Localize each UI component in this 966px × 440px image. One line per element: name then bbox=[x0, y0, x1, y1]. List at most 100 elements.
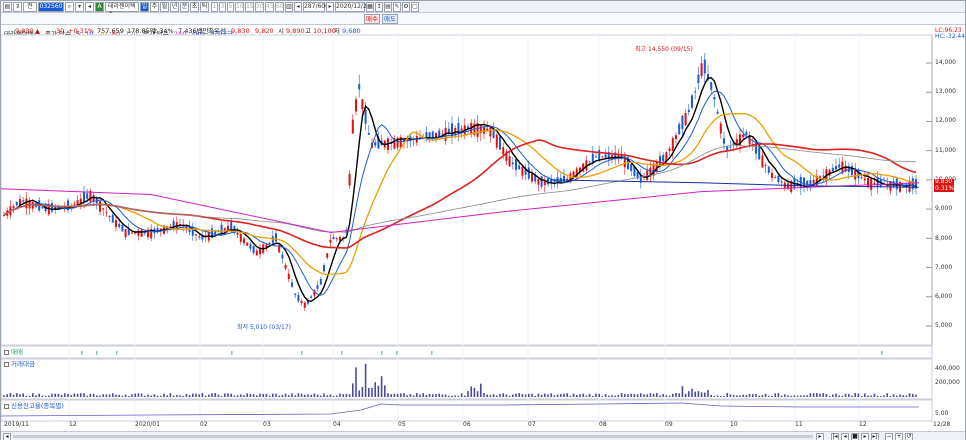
period-60[interactable]: 60 bbox=[275, 2, 284, 12]
period-30[interactable]: 30 bbox=[255, 2, 264, 12]
amount-bar bbox=[35, 395, 37, 397]
amount-bar bbox=[774, 393, 776, 397]
week-button[interactable]: 주 bbox=[150, 2, 159, 12]
amount-bar bbox=[291, 393, 293, 397]
candle-body bbox=[777, 175, 780, 183]
stop-icon[interactable]: ■ bbox=[851, 433, 859, 440]
period-3[interactable]: 3 bbox=[219, 2, 226, 12]
candle-type-icon[interactable]: ▥ bbox=[285, 2, 293, 12]
market-select[interactable]: 전 bbox=[23, 2, 37, 12]
scroll-right-icon[interactable]: ▸ bbox=[816, 433, 824, 440]
amount-bar bbox=[803, 395, 805, 397]
candle-body bbox=[243, 238, 245, 244]
candle-body bbox=[246, 242, 249, 246]
prev-icon[interactable]: ◂ bbox=[85, 2, 94, 12]
amount-bar bbox=[214, 393, 216, 397]
menu-icon[interactable]: ▤ bbox=[3, 2, 12, 12]
date-field[interactable]: 2020/12/28 bbox=[335, 2, 371, 12]
amount-bar bbox=[614, 395, 616, 397]
amount-bar bbox=[582, 393, 584, 397]
buy-button[interactable]: 매수 bbox=[364, 14, 380, 24]
candle-body bbox=[268, 242, 271, 244]
second-button[interactable]: 초 bbox=[190, 2, 199, 12]
dropdown-icon[interactable]: ▾ bbox=[75, 2, 84, 12]
amount-bar bbox=[99, 395, 101, 397]
amount-bar bbox=[835, 393, 837, 397]
amount-bar bbox=[256, 395, 258, 397]
amount-bar bbox=[409, 394, 412, 397]
candle-body bbox=[249, 244, 252, 249]
count-field[interactable]: 287/600 bbox=[303, 2, 329, 12]
play-next-icon[interactable]: ▸ bbox=[861, 433, 869, 440]
arrow-left-icon[interactable]: ◂ bbox=[294, 2, 302, 12]
amount-bar bbox=[44, 395, 47, 397]
period-10[interactable]: 10 bbox=[235, 2, 244, 12]
zoom-out-icon[interactable]: − bbox=[885, 433, 893, 440]
candle-body bbox=[364, 109, 367, 124]
scroll-bar[interactable]: ◂ ▸ |◂ ◂ ■ ▸ ▸| − + ↺ bbox=[1, 431, 965, 440]
amount-bar bbox=[480, 383, 482, 397]
first-icon[interactable]: |◂ bbox=[831, 433, 839, 440]
amount-bar bbox=[316, 394, 319, 397]
play-prev-icon[interactable]: ◂ bbox=[841, 433, 849, 440]
x-tick: 12 bbox=[69, 421, 77, 428]
stepper-icon[interactable]: ⇕ bbox=[13, 2, 22, 12]
period-15[interactable]: 15 bbox=[245, 2, 254, 12]
amount-bar bbox=[294, 395, 296, 397]
amount-bar bbox=[720, 395, 722, 397]
candle-body bbox=[355, 99, 357, 112]
zoom-in-icon[interactable]: + bbox=[895, 433, 903, 440]
month-button[interactable]: 월 bbox=[160, 2, 169, 12]
year-button[interactable]: 년 bbox=[170, 2, 179, 12]
candle-body bbox=[681, 115, 684, 129]
chart-canvas[interactable] bbox=[1, 26, 965, 431]
amount-bar bbox=[169, 393, 172, 397]
last-icon[interactable]: ▸| bbox=[871, 433, 879, 440]
tool-icon-2[interactable]: ▤ bbox=[384, 2, 392, 12]
candle-body bbox=[511, 162, 514, 165]
minute-button[interactable]: 분 bbox=[180, 2, 189, 12]
pane-icon[interactable] bbox=[4, 349, 9, 355]
amount-bar bbox=[259, 393, 261, 397]
gear-icon[interactable]: ⚙ bbox=[402, 2, 410, 12]
amount-bar bbox=[262, 394, 264, 397]
pane-icon[interactable] bbox=[4, 403, 9, 409]
period-1[interactable]: 1 bbox=[211, 2, 218, 12]
candle-body bbox=[25, 198, 28, 209]
period-45[interactable]: 45 bbox=[265, 2, 274, 12]
candle-body bbox=[767, 166, 770, 173]
calendar-icon[interactable]: ▦ bbox=[366, 2, 374, 12]
amount-bar bbox=[192, 393, 194, 397]
sell-button[interactable]: 매도 bbox=[382, 14, 398, 24]
tool-icon-3[interactable]: ✎ bbox=[393, 2, 401, 12]
amount-bar bbox=[3, 395, 5, 397]
candle-body bbox=[713, 97, 716, 100]
candle-body bbox=[140, 229, 143, 237]
amount-bar bbox=[288, 395, 290, 397]
amount-bar bbox=[208, 394, 210, 397]
amount-bar bbox=[115, 394, 117, 397]
code-input[interactable]: 032560 bbox=[38, 2, 64, 12]
amount-bar bbox=[809, 393, 812, 397]
price-tick: 6,000 bbox=[935, 293, 953, 300]
amount-bar bbox=[336, 395, 338, 397]
amount-bar bbox=[876, 395, 879, 397]
amount-bar bbox=[16, 393, 18, 397]
amount-bar bbox=[572, 393, 575, 397]
pane-icon[interactable] bbox=[4, 361, 9, 367]
day-button[interactable]: 일 bbox=[140, 2, 149, 12]
arrow-right-icon[interactable]: ▸ bbox=[326, 2, 334, 12]
tool-icon-4[interactable]: ▢ bbox=[411, 2, 419, 12]
tool-icon-1[interactable]: ↕ bbox=[375, 2, 383, 12]
tick-button[interactable]: 틱 bbox=[200, 2, 209, 12]
amount-bar bbox=[144, 395, 146, 397]
search-icon[interactable]: ⌕ bbox=[65, 2, 74, 12]
amount-bar bbox=[150, 395, 152, 397]
scroll-track[interactable] bbox=[13, 435, 813, 438]
price-tick: 13,000 bbox=[935, 88, 956, 95]
reset-icon[interactable]: ↺ bbox=[905, 433, 913, 440]
current-price-tag: 9,830 0.31% bbox=[934, 178, 954, 192]
scroll-left-icon[interactable]: ◂ bbox=[3, 433, 11, 440]
candle-body bbox=[105, 212, 108, 214]
period-5[interactable]: 5 bbox=[227, 2, 234, 12]
